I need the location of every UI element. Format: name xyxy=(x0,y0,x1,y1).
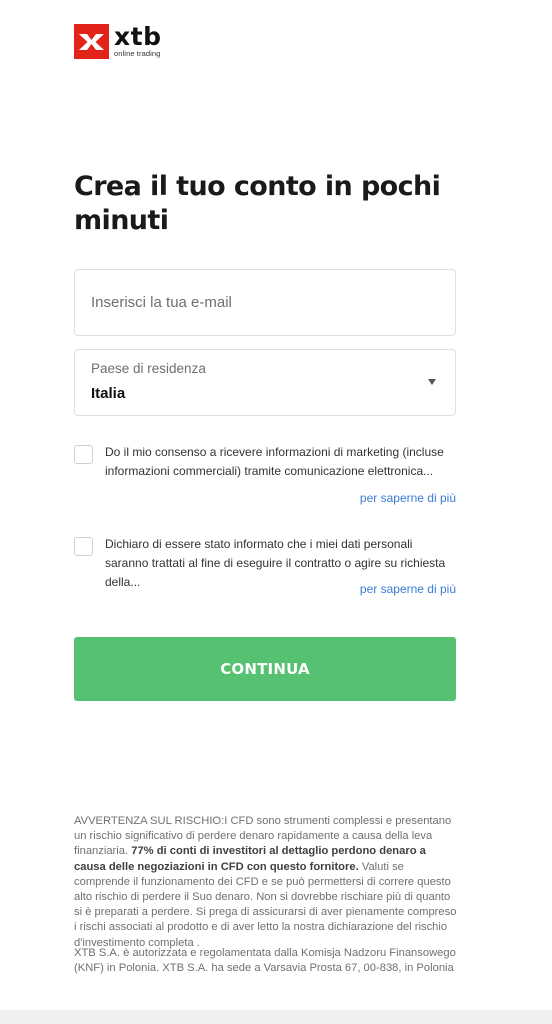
country-select[interactable]: Paese di residenza Italia xyxy=(74,349,456,416)
marketing-consent-more-link[interactable]: per saperne di più xyxy=(360,491,456,505)
logo-name: xtb xyxy=(114,22,162,51)
privacy-consent-more-link[interactable]: per saperne di più xyxy=(360,582,456,596)
marketing-consent-text: Do il mio consenso a ricevere informazio… xyxy=(105,445,444,478)
email-field[interactable] xyxy=(74,269,456,336)
privacy-consent: Dichiaro di essere stato informato che i… xyxy=(74,537,456,601)
caret-down-icon xyxy=(428,379,436,385)
page-title: Crea il tuo conto in pochi minuti xyxy=(74,171,441,236)
country-label: Paese di residenza xyxy=(91,361,206,376)
continue-button[interactable]: CONTINUA xyxy=(74,637,456,701)
logo-wordmark: xtb online trading xyxy=(114,24,161,58)
xtb-x-icon xyxy=(74,24,109,59)
risk-warning: AVVERTENZA SUL RISCHIO:I CFD sono strume… xyxy=(74,814,458,951)
country-value: Italia xyxy=(91,385,126,402)
logo-tagline: online trading xyxy=(114,49,161,58)
marketing-consent-checkbox[interactable] xyxy=(74,445,93,464)
xtb-logo[interactable]: xtb online trading xyxy=(74,24,161,60)
risk-warning-rest: Valuti se comprende il funzionamento dei… xyxy=(74,860,457,949)
marketing-consent: Do il mio consenso a ricevere informazio… xyxy=(74,445,456,509)
bottom-bar xyxy=(0,1010,552,1024)
legal-notice: XTB S.A. è autorizzata e regolamentata d… xyxy=(74,947,456,975)
privacy-consent-checkbox[interactable] xyxy=(74,537,93,556)
email-input[interactable] xyxy=(75,270,455,335)
